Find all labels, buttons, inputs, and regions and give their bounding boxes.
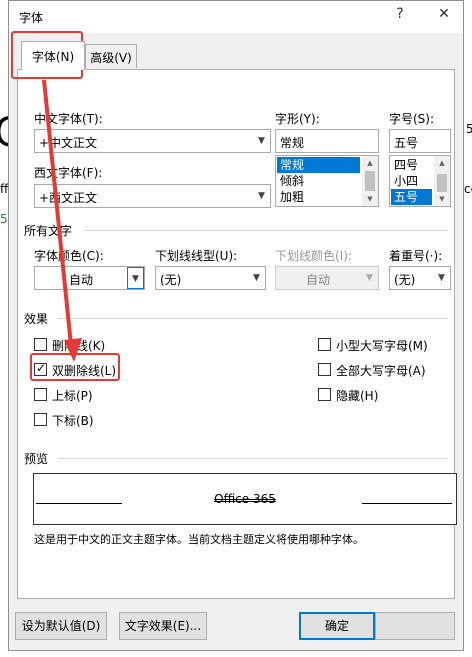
tab-font-label: 字体(N) bbox=[31, 50, 75, 64]
tab-font[interactable]: 字体(N) bbox=[21, 41, 85, 70]
annotation-arrow-head bbox=[64, 338, 82, 362]
annotation-arrow bbox=[42, 79, 82, 362]
annotation-arrow-shaft bbox=[42, 79, 74, 356]
